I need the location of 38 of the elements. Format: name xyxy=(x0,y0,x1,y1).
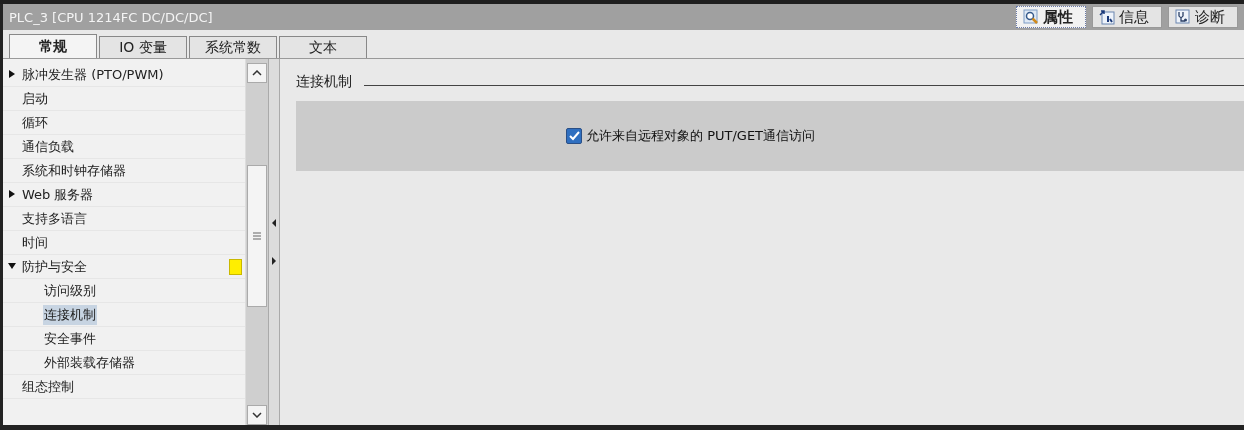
scroll-down-icon[interactable] xyxy=(247,405,267,425)
tree-item[interactable]: 访问级别 xyxy=(43,280,97,301)
tree-item[interactable]: 启动 xyxy=(21,88,49,109)
tab[interactable]: 常规 xyxy=(9,34,97,58)
tree-item[interactable]: 系统和时钟存储器 xyxy=(21,160,127,181)
tab[interactable]: IO 变量 xyxy=(99,36,187,58)
window-title: PLC_3 [CPU 1214FC DC/DC/DC] xyxy=(9,9,214,25)
tree-item[interactable]: 外部装载存储器 xyxy=(43,352,136,373)
tab[interactable]: 文本 xyxy=(279,36,367,58)
expand-right-icon[interactable] xyxy=(271,257,277,265)
inspector-tab[interactable]: 诊断 xyxy=(1168,6,1238,28)
scroll-thumb[interactable] xyxy=(247,165,267,307)
scroll-up-icon[interactable] xyxy=(247,63,267,83)
tab[interactable]: 系统常数 xyxy=(189,36,277,58)
checkbox-label: 允许来自远程对象的 PUT/GET通信访问 xyxy=(586,127,816,145)
tree-item[interactable]: 脉冲发生器 (PTO/PWM) xyxy=(21,64,165,85)
tree-item[interactable]: 通信负载 xyxy=(21,136,75,157)
grip-icon xyxy=(252,232,262,240)
tree-item[interactable]: Web 服务器 xyxy=(21,184,95,205)
caret-icon[interactable] xyxy=(8,69,16,78)
tree-item[interactable]: 组态控制 xyxy=(21,376,75,397)
collapse-left-icon[interactable] xyxy=(271,219,277,227)
section-title: 连接机制 xyxy=(296,73,352,91)
info-icon xyxy=(1099,9,1115,25)
caret-icon[interactable] xyxy=(8,261,16,270)
stethoscope-icon xyxy=(1175,9,1191,25)
inspector-tab[interactable]: 信息 xyxy=(1092,6,1162,28)
tree-item[interactable]: 连接机制 xyxy=(43,304,97,325)
tree-item[interactable]: 循环 xyxy=(21,112,49,133)
tree-item[interactable]: 支持多语言 xyxy=(21,208,88,229)
tree-item[interactable]: 时间 xyxy=(21,232,49,253)
tree-item[interactable]: 防护与安全 xyxy=(21,256,88,277)
inspector-tab[interactable]: 属性 xyxy=(1016,6,1086,28)
tree-item[interactable]: 安全事件 xyxy=(43,328,97,349)
magnifier-icon xyxy=(1023,9,1039,25)
scrollbar[interactable] xyxy=(246,59,268,425)
caret-icon[interactable] xyxy=(8,189,16,198)
checkbox[interactable] xyxy=(566,128,582,144)
